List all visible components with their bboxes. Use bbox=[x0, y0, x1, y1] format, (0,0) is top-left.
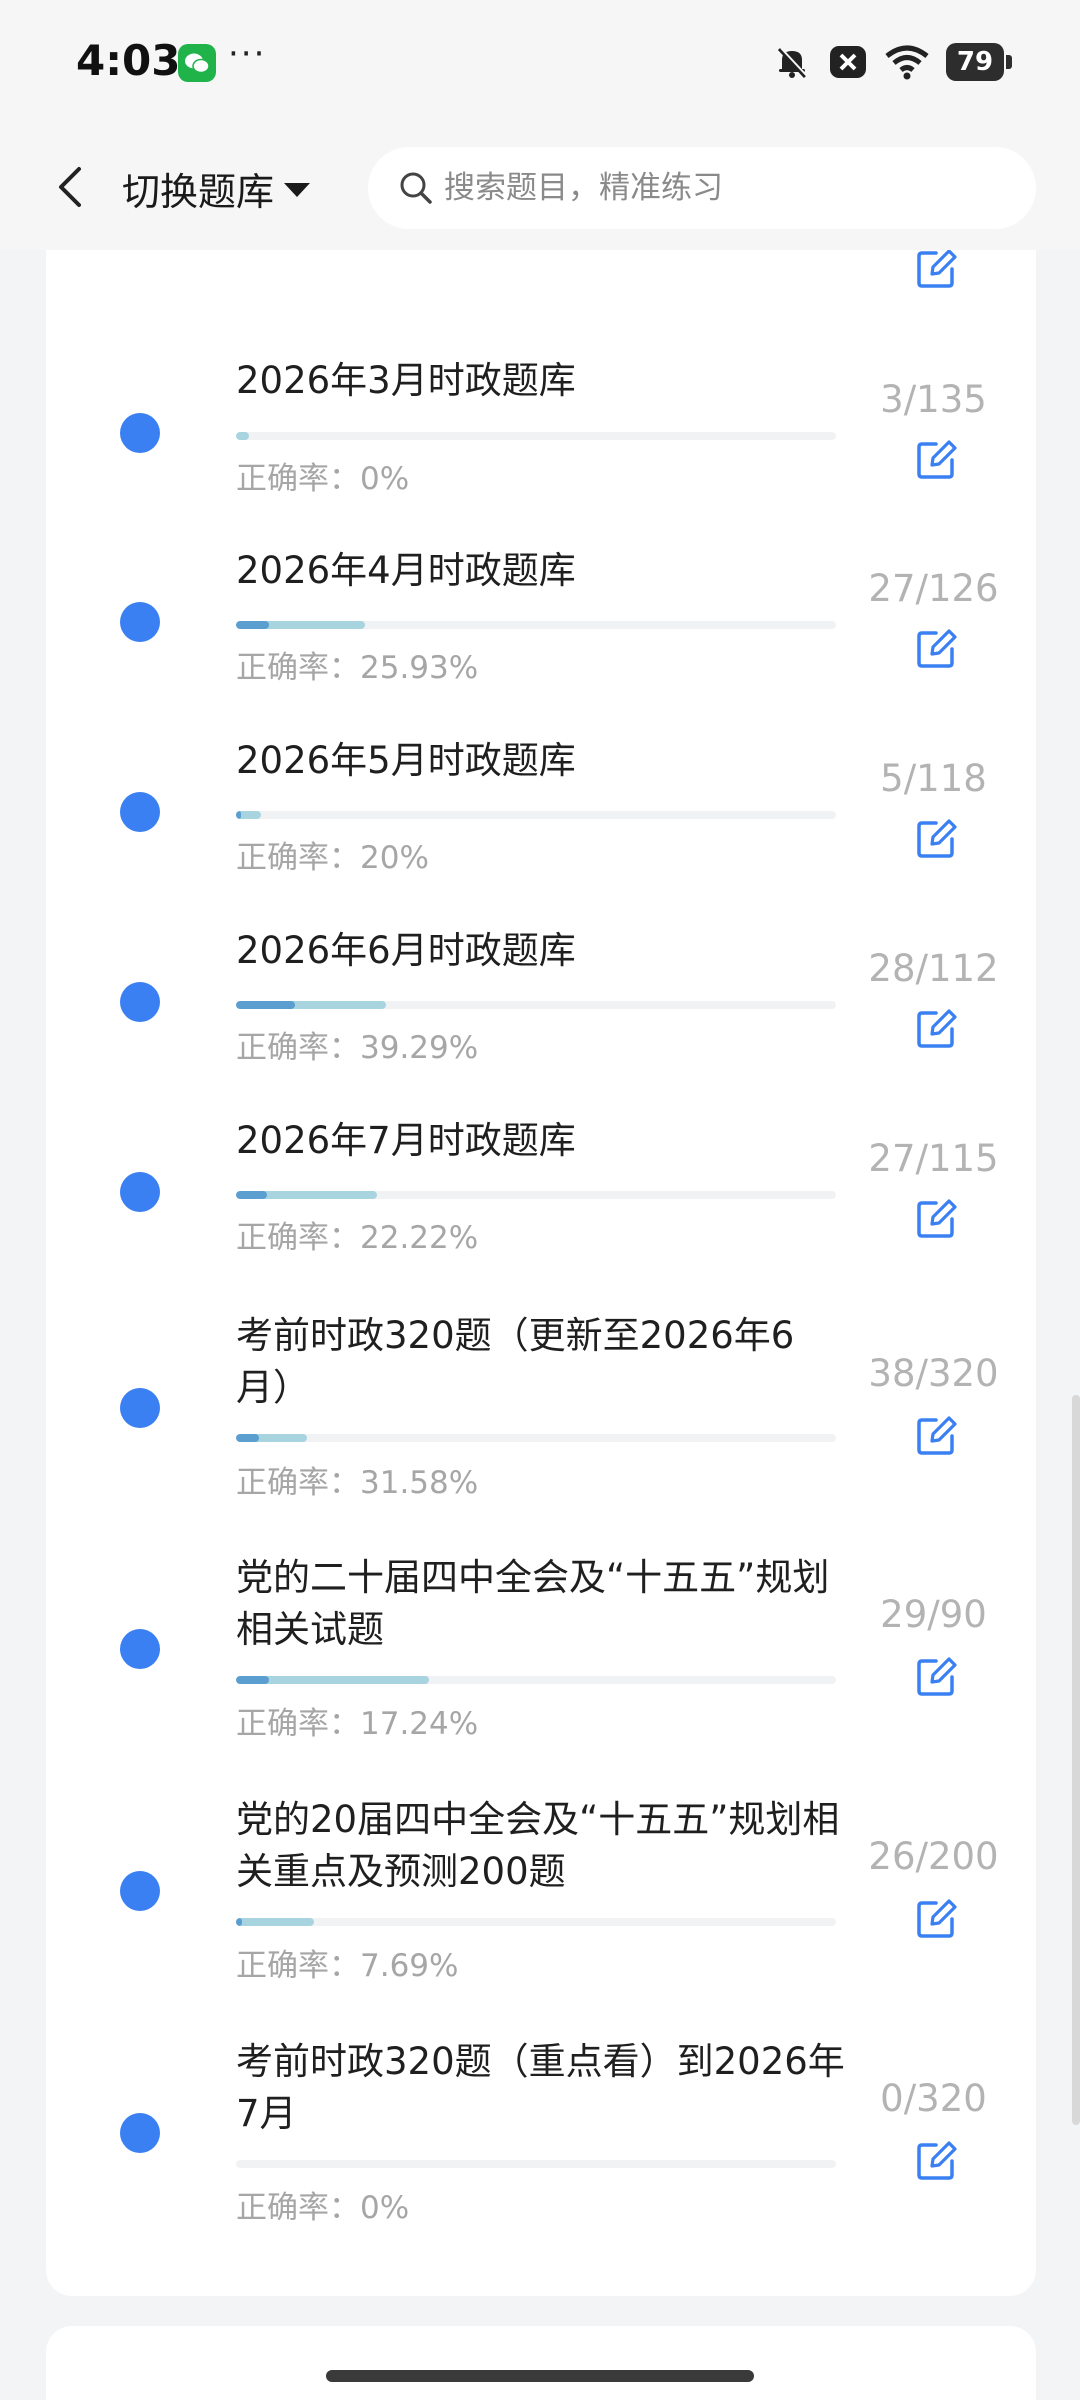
correct-fill bbox=[236, 1191, 268, 1199]
correct-fill bbox=[236, 1918, 242, 1926]
bank-title: 2026年6月时政题库 bbox=[236, 929, 576, 972]
bank-accuracy: 正确率：39.29% bbox=[236, 1030, 479, 1066]
bank-list-card: 正确率：50%2026年3月时政题库正确率：0%3/1352026年4月时政题库… bbox=[46, 200, 1036, 2296]
bank-title: 考前时政320题（更新至2026年6月） bbox=[236, 1314, 795, 1409]
bank-progress-bar bbox=[236, 432, 836, 440]
bank-status-dot bbox=[120, 1388, 160, 1428]
top-header: 切换题库 bbox=[0, 125, 1080, 250]
edit-icon[interactable] bbox=[914, 627, 958, 671]
more-notifications-icon: ··· bbox=[228, 34, 267, 74]
bank-status-dot bbox=[120, 413, 160, 453]
back-button[interactable] bbox=[40, 155, 100, 219]
progress-fill bbox=[236, 1918, 314, 1926]
bank-status-dot bbox=[120, 982, 160, 1022]
bank-title: 2026年4月时政题库 bbox=[236, 549, 576, 592]
bank-progress-bar bbox=[236, 1676, 836, 1684]
edit-icon[interactable] bbox=[914, 817, 958, 861]
edit-icon[interactable] bbox=[914, 1897, 958, 1941]
bank-progress-count: 26/200 bbox=[868, 1835, 999, 1878]
edit-icon[interactable] bbox=[914, 1197, 958, 1241]
scrollbar[interactable] bbox=[1072, 1395, 1080, 2125]
bank-accuracy: 正确率：31.58% bbox=[236, 1465, 479, 1501]
correct-fill bbox=[236, 1676, 270, 1684]
edit-icon[interactable] bbox=[914, 1414, 958, 1458]
bank-progress-bar bbox=[236, 1918, 836, 1926]
status-bar: 4:03 ··· 79 bbox=[0, 0, 1080, 125]
correct-fill bbox=[236, 811, 242, 819]
next-card bbox=[46, 2326, 1036, 2400]
bank-progress-bar bbox=[236, 811, 836, 819]
edit-icon[interactable] bbox=[914, 247, 958, 291]
bank-progress-count: 38/320 bbox=[868, 1352, 999, 1395]
bank-accuracy: 正确率：17.24% bbox=[236, 1706, 479, 1742]
bank-title: 考前时政320题（重点看）到2026年7月 bbox=[236, 2040, 845, 2135]
status-time: 4:03 bbox=[76, 36, 181, 85]
search-icon bbox=[400, 172, 432, 204]
switch-bank-button[interactable]: 切换题库 bbox=[122, 159, 311, 217]
bank-progress-bar bbox=[236, 2160, 836, 2168]
bank-status-dot bbox=[120, 2113, 160, 2153]
bank-progress-bar bbox=[236, 1001, 836, 1009]
correct-fill bbox=[236, 1434, 259, 1442]
edit-icon[interactable] bbox=[914, 2139, 958, 2183]
edit-icon[interactable] bbox=[914, 1007, 958, 1051]
status-icons: 79 bbox=[772, 40, 1012, 84]
bank-progress-bar bbox=[236, 1191, 836, 1199]
caret-down-icon bbox=[284, 183, 311, 197]
bank-status-dot bbox=[120, 602, 160, 642]
bank-title: 2026年7月时政题库 bbox=[236, 1119, 576, 1162]
notification-close-icon bbox=[828, 42, 868, 82]
bank-status-dot bbox=[120, 1629, 160, 1669]
correct-fill bbox=[236, 621, 270, 629]
bank-progress-count: 3/135 bbox=[880, 378, 987, 421]
bank-title: 党的二十届四中全会及“十五五”规划相关试题 bbox=[236, 1556, 830, 1651]
bank-accuracy: 正确率：20% bbox=[236, 840, 429, 876]
home-indicator[interactable] bbox=[326, 2370, 754, 2382]
bank-progress-count: 29/90 bbox=[880, 1593, 987, 1636]
bank-progress-bar bbox=[236, 1434, 836, 1442]
bank-progress-count: 28/112 bbox=[868, 947, 999, 990]
bank-progress-count: 27/126 bbox=[868, 567, 999, 610]
bank-status-dot bbox=[120, 1871, 160, 1911]
bank-accuracy: 正确率：0% bbox=[236, 461, 410, 497]
bank-accuracy: 正确率：7.69% bbox=[236, 1948, 459, 1984]
switch-bank-label: 切换题库 bbox=[122, 169, 275, 214]
bank-title: 2026年3月时政题库 bbox=[236, 359, 576, 402]
mute-bell-icon bbox=[772, 42, 812, 82]
search-box[interactable] bbox=[368, 147, 1036, 229]
bank-title: 2026年5月时政题库 bbox=[236, 739, 576, 782]
bank-progress-count: 27/115 bbox=[868, 1137, 999, 1180]
bank-progress-count: 0/320 bbox=[880, 2077, 987, 2120]
bank-progress-count: 5/118 bbox=[880, 757, 987, 800]
bank-progress-bar bbox=[236, 621, 836, 629]
bank-accuracy: 正确率：0% bbox=[236, 2190, 410, 2226]
bank-status-dot bbox=[120, 792, 160, 832]
wechat-icon bbox=[178, 44, 216, 82]
edit-icon[interactable] bbox=[914, 1655, 958, 1699]
bank-title: 党的20届四中全会及“十五五”规划相关重点及预测200题 bbox=[236, 1798, 840, 1893]
bank-accuracy: 正确率：22.22% bbox=[236, 1220, 479, 1256]
edit-icon[interactable] bbox=[914, 438, 958, 482]
chevron-left-icon bbox=[59, 167, 81, 207]
search-input[interactable] bbox=[444, 170, 1004, 206]
correct-fill bbox=[236, 1001, 295, 1009]
bank-accuracy: 正确率：25.93% bbox=[236, 650, 479, 686]
battery-indicator: 79 bbox=[946, 43, 1012, 81]
bank-status-dot bbox=[120, 1172, 160, 1212]
wifi-icon bbox=[884, 42, 930, 82]
progress-fill bbox=[236, 432, 250, 440]
